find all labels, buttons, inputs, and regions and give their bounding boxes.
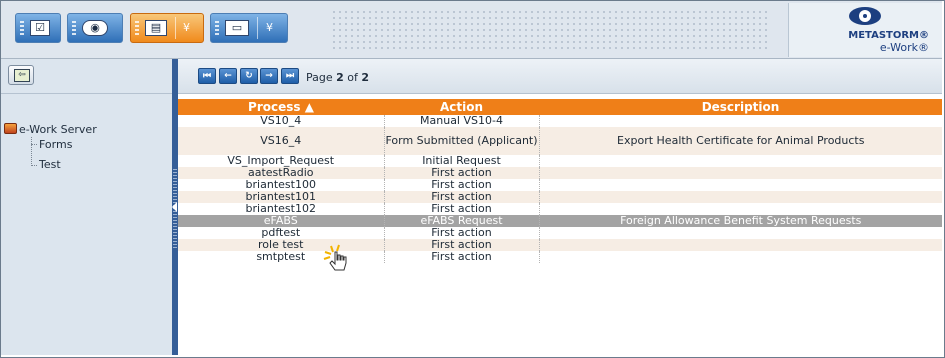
page-indicator: Page 2 of 2 — [306, 71, 369, 84]
cell-description — [539, 239, 942, 251]
dropdown-arrow-icon[interactable]: ¥ — [266, 21, 273, 34]
back-button[interactable]: ⇦ — [8, 65, 34, 85]
process-table: Process ▲ Action Description VS10_4 Manua… — [178, 99, 942, 263]
cell-description — [539, 227, 942, 239]
table-header-row: Process ▲ Action Description — [178, 99, 942, 115]
next-page-button[interactable]: → — [260, 68, 278, 84]
left-pane-header: ⇦ — [1, 59, 172, 94]
tree-connector — [31, 137, 32, 166]
first-page-button[interactable]: ⏮ — [198, 68, 216, 84]
cell-description — [539, 115, 942, 127]
page-of: of — [343, 71, 362, 84]
logo-name: METASTORM® — [848, 30, 929, 41]
previous-page-button[interactable]: ← — [219, 68, 237, 84]
table-row[interactable]: VS16_4 Form Submitted (Applicant) Export H… — [178, 127, 942, 155]
grip-icon — [72, 21, 76, 37]
cell-description: Foreign Allowance Benefit System Request… — [539, 215, 942, 227]
cell-process: VS10_4 — [178, 115, 385, 127]
column-header-process[interactable]: Process ▲ — [178, 99, 384, 115]
current-page: 2 — [336, 71, 344, 84]
cell-action: Form Submitted (Applicant) — [384, 127, 540, 155]
cell-description — [539, 167, 942, 179]
checkbox-icon: ☑ — [30, 20, 50, 36]
tree-connector — [31, 144, 37, 145]
cell-description — [539, 251, 942, 263]
pager-bar: ⏮ ← ↻ → ⏭ Page 2 of 2 — [178, 59, 942, 94]
grip-icon — [135, 21, 139, 37]
tree-item-label: e-Work Server — [19, 123, 97, 136]
server-icon — [4, 123, 17, 134]
eye-logo-icon — [849, 7, 881, 25]
eye-icon: ◉ — [82, 20, 108, 36]
total-pages: 2 — [361, 71, 370, 84]
collapse-left-icon[interactable] — [172, 202, 177, 212]
metastorm-logo: METASTORM® e-Work® — [788, 3, 942, 57]
grip-icon — [215, 21, 219, 37]
left-pane: ⇦ e-Work Server Forms Test — [1, 59, 172, 355]
logo-subtitle: e-Work® — [879, 41, 929, 54]
toolbar-buttons: ☑ ◉ ▤ ¥ ▭ ¥ — [15, 13, 355, 43]
separator — [175, 17, 176, 39]
grip-icon — [20, 21, 24, 37]
procedures-button[interactable]: ▤ ¥ — [130, 13, 204, 43]
hand-cursor-icon — [323, 244, 347, 271]
page-prefix: Page — [306, 71, 337, 84]
refresh-button[interactable]: ↻ — [240, 68, 258, 84]
documents-icon: ▤ — [145, 20, 167, 36]
dropdown-arrow-icon[interactable]: ¥ — [183, 21, 190, 34]
tree-item-server[interactable]: e-Work Server — [4, 123, 97, 136]
watch-list-button[interactable]: ◉ — [67, 13, 123, 43]
last-page-button[interactable]: ⏭ — [281, 68, 299, 84]
cell-description — [539, 179, 942, 191]
cell-process: smtptest — [178, 251, 385, 263]
right-pane: ⏮ ← ↻ → ⏭ Page 2 of 2 Process ▲ Action D… — [178, 59, 942, 355]
tree-item-forms[interactable]: Forms — [39, 138, 72, 151]
cell-process: VS16_4 — [178, 127, 385, 155]
cell-action: First action — [384, 251, 540, 263]
cell-description: Export Health Certificate for Animal Pro… — [539, 127, 942, 155]
toolbar-pattern — [331, 9, 771, 49]
tree-connector — [31, 165, 37, 166]
back-arrow-icon: ⇦ — [14, 69, 30, 82]
briefcase-icon: ▭ — [225, 20, 249, 36]
cell-description — [539, 155, 942, 167]
folders-button[interactable]: ▭ ¥ — [210, 13, 288, 43]
separator — [257, 17, 258, 39]
top-toolbar: ☑ ◉ ▤ ¥ ▭ ¥ METASTORM® e-Work® — [1, 1, 942, 59]
column-header-description[interactable]: Description — [539, 99, 942, 115]
cell-description — [539, 191, 942, 203]
todo-list-button[interactable]: ☑ — [15, 13, 61, 43]
table-row[interactable]: VS10_4 Manual VS10-4 — [178, 115, 942, 127]
cell-action: Manual VS10-4 — [384, 115, 540, 127]
tree-item-test[interactable]: Test — [39, 158, 61, 171]
column-header-action[interactable]: Action — [384, 99, 539, 115]
table-row[interactable]: smtptest First action — [178, 251, 942, 263]
